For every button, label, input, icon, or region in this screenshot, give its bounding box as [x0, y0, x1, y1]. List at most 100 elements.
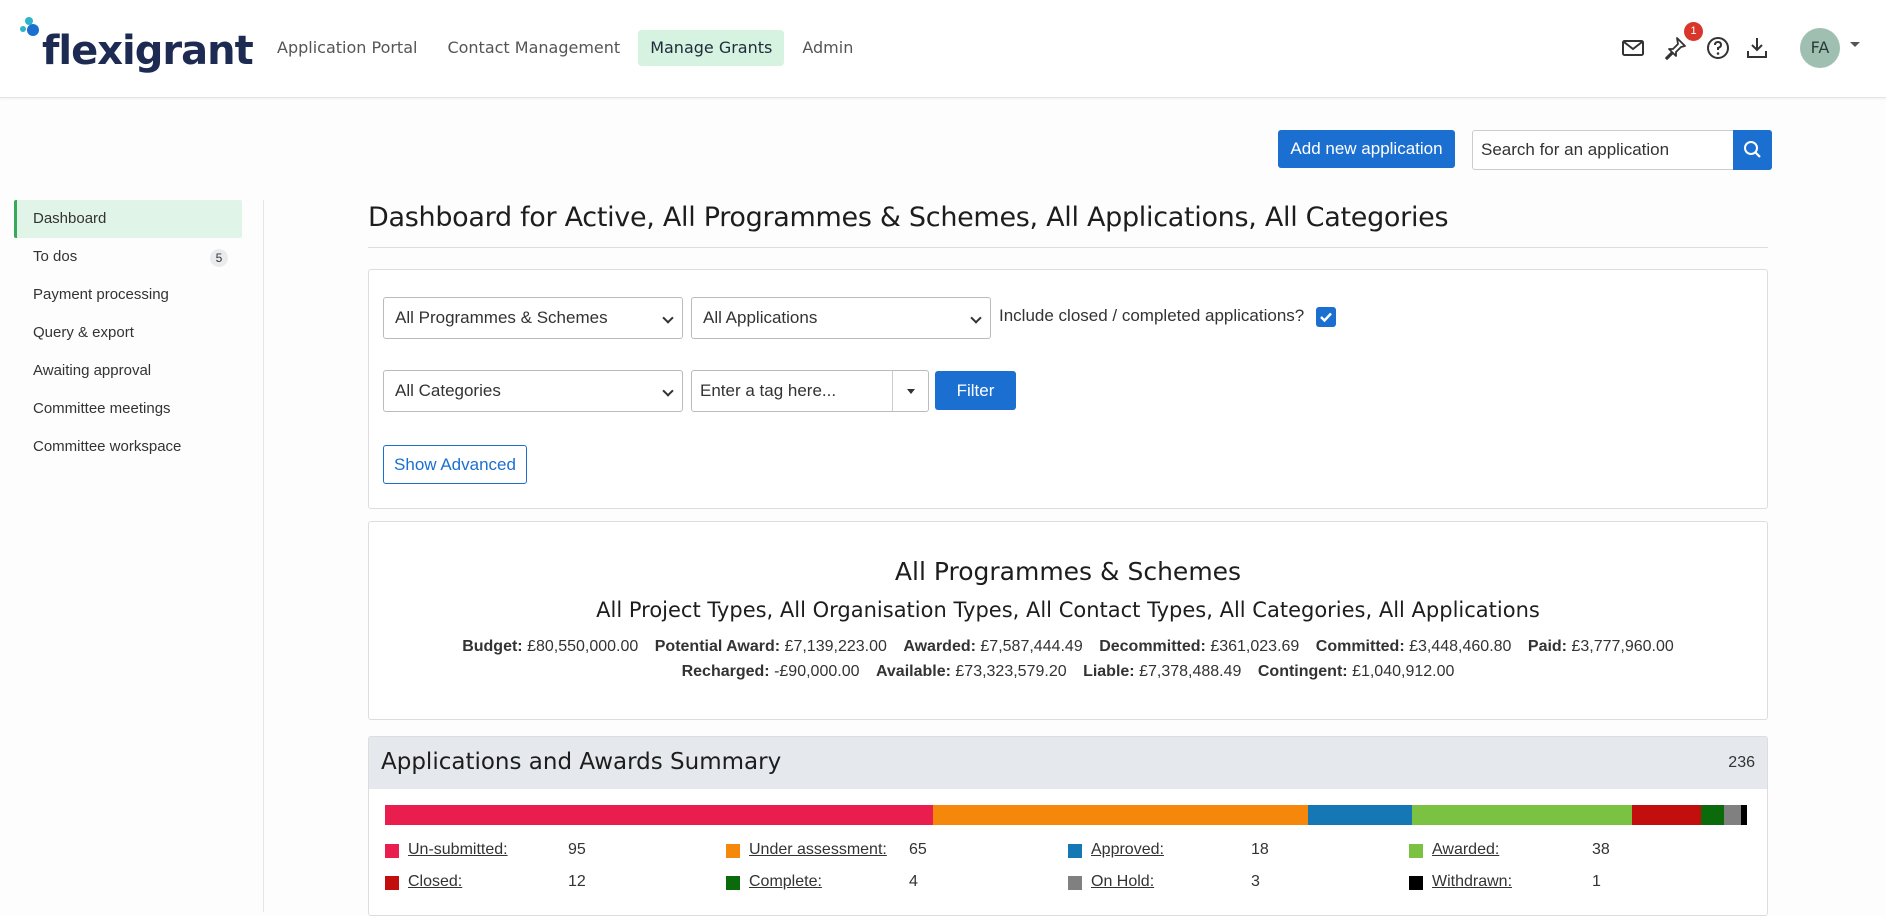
- search-input[interactable]: [1473, 131, 1735, 169]
- nav-manage-grants[interactable]: Manage Grants: [638, 30, 785, 66]
- sidebar-item-label: Dashboard: [33, 210, 107, 227]
- status-bar-segment[interactable]: [933, 805, 1309, 825]
- committed-stat: Committed: £3,448,460.80: [1316, 638, 1512, 655]
- notification-badge: 1: [1684, 22, 1703, 41]
- filter-button[interactable]: Filter: [935, 371, 1016, 410]
- logo-text: flexigrant: [42, 28, 254, 74]
- legend-swatch: [726, 876, 740, 890]
- include-closed-label: Include closed / completed applications?: [999, 306, 1305, 325]
- category-select[interactable]: All Categories: [383, 370, 683, 412]
- legend-item: Awarded: 38: [1409, 841, 1729, 861]
- liable-value: £7,378,488.49: [1139, 663, 1242, 680]
- nav-application-portal[interactable]: Application Portal: [265, 30, 429, 66]
- decommitted-label: Decommitted:: [1099, 638, 1206, 655]
- flexigrant-logo[interactable]: flexigrant: [20, 16, 254, 80]
- sidebar-item-dashboard[interactable]: Dashboard: [14, 200, 242, 238]
- status-bar-segment[interactable]: [1700, 805, 1724, 825]
- search-icon: [1744, 141, 1761, 158]
- search-button[interactable]: [1733, 130, 1772, 170]
- pin-icon[interactable]: [1661, 34, 1689, 62]
- legend-value: 3: [1251, 873, 1260, 890]
- status-bar-segment[interactable]: [1308, 805, 1413, 825]
- sidebar-item-query-export[interactable]: Query & export: [14, 314, 242, 352]
- legend-item: Under assessment: 65: [726, 841, 1046, 861]
- status-bar-segment[interactable]: [1631, 805, 1701, 825]
- check-icon: [1320, 312, 1332, 323]
- summary-subheading: All Project Types, All Organisation Type…: [596, 598, 1540, 622]
- legend-value: 95: [568, 841, 586, 858]
- legend-item: Complete: 4: [726, 873, 1046, 893]
- legend-swatch: [1409, 876, 1423, 890]
- todo-count-badge: 5: [210, 249, 228, 267]
- financial-summary-panel: All Programmes & Schemes All Project Typ…: [368, 521, 1768, 720]
- chevron-down-icon: [662, 385, 674, 397]
- legend-label-link[interactable]: Approved:: [1091, 841, 1164, 859]
- include-closed-checkbox[interactable]: [1316, 307, 1336, 327]
- status-stacked-bar: [385, 805, 1747, 825]
- legend-item: Closed: 12: [385, 873, 705, 893]
- legend-label-link[interactable]: Under assessment:: [749, 841, 887, 859]
- legend-label-link[interactable]: Awarded:: [1432, 841, 1499, 859]
- contingent-stat: Contingent: £1,040,912.00: [1258, 663, 1455, 680]
- filter-panel: All Programmes & Schemes All Application…: [368, 269, 1768, 509]
- legend-value: 12: [568, 873, 586, 890]
- status-bar-segment[interactable]: [1723, 805, 1742, 825]
- recharged-label: Recharged:: [681, 663, 770, 680]
- mail-icon[interactable]: [1619, 34, 1647, 62]
- sidebar-item-label: Committee workspace: [33, 438, 182, 455]
- sidebar-item-committee-meetings[interactable]: Committee meetings: [14, 390, 242, 428]
- legend-value: 1: [1592, 873, 1601, 890]
- nav-admin[interactable]: Admin: [790, 30, 865, 66]
- paid-stat: Paid: £3,777,960.00: [1528, 638, 1674, 655]
- legend-swatch: [385, 876, 399, 890]
- main-nav: Application Portal Contact Management Ma…: [265, 30, 865, 66]
- recharged-stat: Recharged: -£90,000.00: [682, 663, 860, 680]
- committed-label: Committed:: [1315, 638, 1405, 655]
- potential-award-value: £7,139,223.00: [784, 638, 887, 655]
- chevron-down-icon: [970, 312, 982, 324]
- budget-stat: Budget: £80,550,000.00: [462, 638, 638, 655]
- add-new-application-button[interactable]: Add new application: [1278, 130, 1455, 168]
- applications-select[interactable]: All Applications: [691, 297, 991, 339]
- tag-input[interactable]: [692, 371, 888, 411]
- applications-total: 236: [1728, 754, 1755, 771]
- sidebar-item-label: Query & export: [33, 324, 134, 341]
- committed-value: £3,448,460.80: [1409, 638, 1512, 655]
- title-divider: [368, 247, 1768, 248]
- chevron-down-icon[interactable]: [1850, 42, 1860, 47]
- help-icon[interactable]: [1704, 34, 1732, 62]
- legend-swatch: [726, 844, 740, 858]
- sidebar-divider: [263, 200, 264, 912]
- decommitted-value: £361,023.69: [1210, 638, 1300, 655]
- legend-value: 4: [909, 873, 918, 890]
- download-icon[interactable]: [1743, 34, 1771, 62]
- sidebar-item-awaiting-approval[interactable]: Awaiting approval: [14, 352, 242, 390]
- category-select-value: All Categories: [395, 381, 501, 400]
- applications-summary-panel: Applications and Awards Summary 236 Un-s…: [368, 736, 1768, 916]
- legend-label-link[interactable]: Un-submitted:: [408, 841, 508, 859]
- legend-label-link[interactable]: Complete:: [749, 873, 822, 891]
- applications-summary-title: Applications and Awards Summary: [381, 749, 782, 775]
- sidebar-item-todos[interactable]: To dos 5: [14, 238, 242, 276]
- show-advanced-button[interactable]: Show Advanced: [383, 445, 527, 484]
- programme-select[interactable]: All Programmes & Schemes: [383, 297, 683, 339]
- user-avatar[interactable]: FA: [1800, 28, 1840, 68]
- status-bar-segment[interactable]: [1412, 805, 1632, 825]
- legend-swatch: [385, 844, 399, 858]
- tag-dropdown-toggle[interactable]: [892, 371, 928, 411]
- legend-value: 18: [1251, 841, 1269, 858]
- sidebar-item-committee-workspace[interactable]: Committee workspace: [14, 428, 242, 466]
- legend-value: 65: [909, 841, 927, 858]
- sidebar-item-payment-processing[interactable]: Payment processing: [14, 276, 242, 314]
- chevron-down-icon: [662, 312, 674, 324]
- nav-contact-management[interactable]: Contact Management: [435, 30, 632, 66]
- status-bar-segment[interactable]: [1741, 805, 1747, 825]
- legend-item: On Hold: 3: [1068, 873, 1388, 893]
- legend-label-link[interactable]: Withdrawn:: [1432, 873, 1512, 891]
- liable-stat: Liable: £7,378,488.49: [1083, 663, 1241, 680]
- paid-value: £3,777,960.00: [1571, 638, 1674, 655]
- legend-label-link[interactable]: Closed:: [408, 873, 462, 891]
- recharged-value: -£90,000.00: [774, 663, 860, 680]
- status-bar-segment[interactable]: [385, 805, 934, 825]
- legend-label-link[interactable]: On Hold:: [1091, 873, 1154, 891]
